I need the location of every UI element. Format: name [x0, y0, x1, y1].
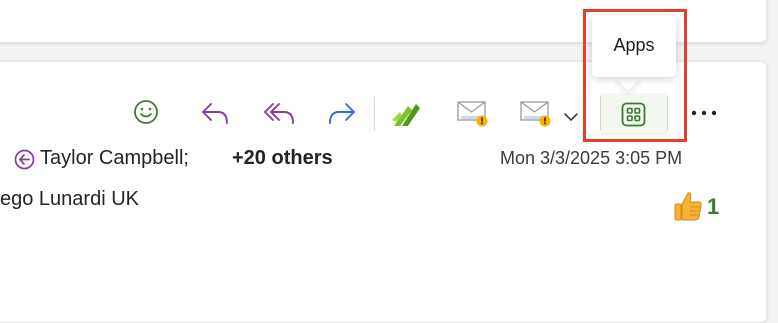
- report-message-dropdown-icon[interactable]: [520, 100, 554, 128]
- addin-green-icon[interactable]: [390, 100, 422, 128]
- thumbs-up-reaction-icon[interactable]: [672, 190, 704, 222]
- react-emoji-icon[interactable]: [133, 99, 159, 125]
- reply-icon[interactable]: [200, 101, 230, 125]
- replied-status-icon: [14, 149, 35, 170]
- reaction-count[interactable]: 1: [707, 194, 719, 220]
- recipient-name: ego Lunardi UK: [0, 188, 139, 210]
- sender-name[interactable]: Taylor Campbell;: [40, 147, 189, 170]
- toolbar-separator: [374, 96, 375, 131]
- reply-all-icon[interactable]: [263, 101, 295, 125]
- forward-icon[interactable]: [327, 101, 357, 125]
- message-date: Mon 3/3/2025 3:05 PM: [500, 148, 683, 168]
- others-count[interactable]: +20 others: [232, 147, 333, 170]
- highlight-box: [583, 9, 687, 142]
- more-options-icon[interactable]: [690, 107, 718, 119]
- report-message-icon[interactable]: [457, 100, 491, 128]
- chevron-down-icon[interactable]: [563, 111, 579, 123]
